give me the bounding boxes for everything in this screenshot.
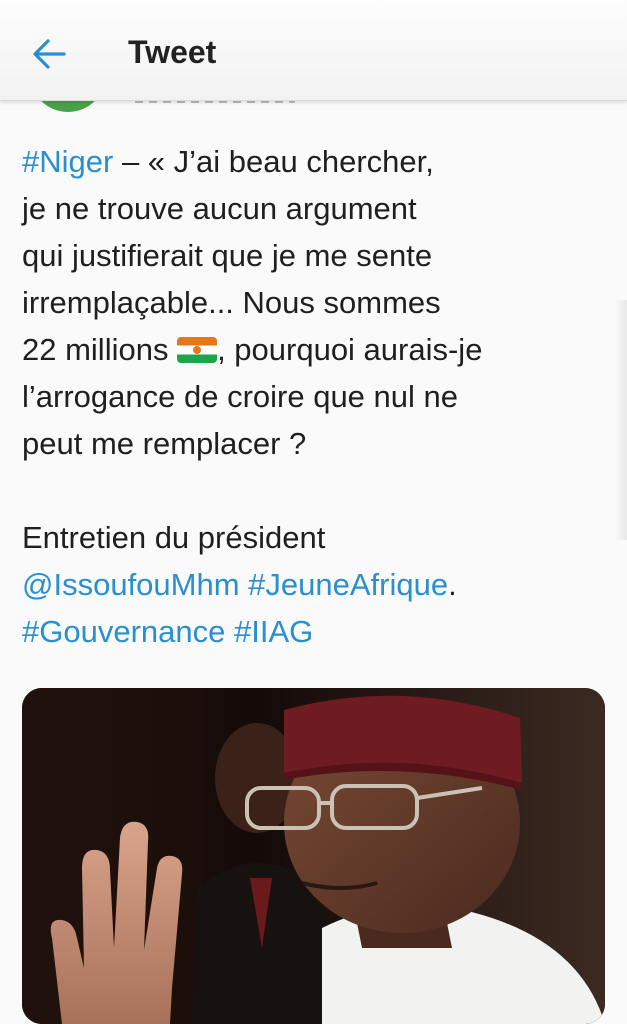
tweet-line: peut me remplacer ? — [22, 426, 307, 461]
tweet-line: l’arrogance de croire que nul ne — [22, 379, 458, 414]
hashtag-link[interactable]: #Niger — [22, 144, 113, 179]
hashtag-link[interactable]: #JeuneAfrique — [248, 567, 448, 602]
tweet-line: 22 millions , pourquoi aurais-je — [22, 326, 612, 373]
tweet-photo-illustration — [22, 688, 605, 1024]
app-header: Tweet — [0, 0, 627, 101]
mention-link[interactable]: @IssoufouMhm — [22, 567, 240, 602]
hashtag-link[interactable]: #Gouvernance — [22, 614, 225, 649]
arrow-left-icon — [33, 39, 66, 69]
scroll-edge — [615, 300, 627, 540]
tweet-line: qui justifierait que je me sente — [22, 238, 433, 273]
tweet-text-span: . — [448, 567, 457, 602]
back-button[interactable] — [28, 34, 72, 74]
tweet-line: #Gouvernance #IIAG — [22, 608, 612, 655]
tweet-text: #Niger – « J’ai beau chercher, je ne tro… — [22, 138, 612, 655]
tweet-line: je ne trouve aucun argument — [22, 191, 417, 226]
hashtag-link[interactable]: #IIAG — [234, 614, 313, 649]
tweet-photo[interactable] — [22, 688, 605, 1024]
tweet-line: #Niger – « J’ai beau chercher, — [22, 138, 612, 185]
tweet-text-span: , pourquoi aurais-je — [217, 332, 483, 367]
tweet-line: irremplaçable... Nous sommes — [22, 285, 441, 320]
page-title: Tweet — [128, 34, 217, 70]
tweet-line: @IssoufouMhm #JeuneAfrique. — [22, 561, 612, 608]
tweet-line: Entretien du président — [22, 520, 326, 555]
tweet-text-span: 22 millions — [22, 332, 178, 367]
tweet-text-span: – « J’ai beau chercher, — [113, 144, 434, 179]
niger-flag-icon — [177, 337, 218, 363]
